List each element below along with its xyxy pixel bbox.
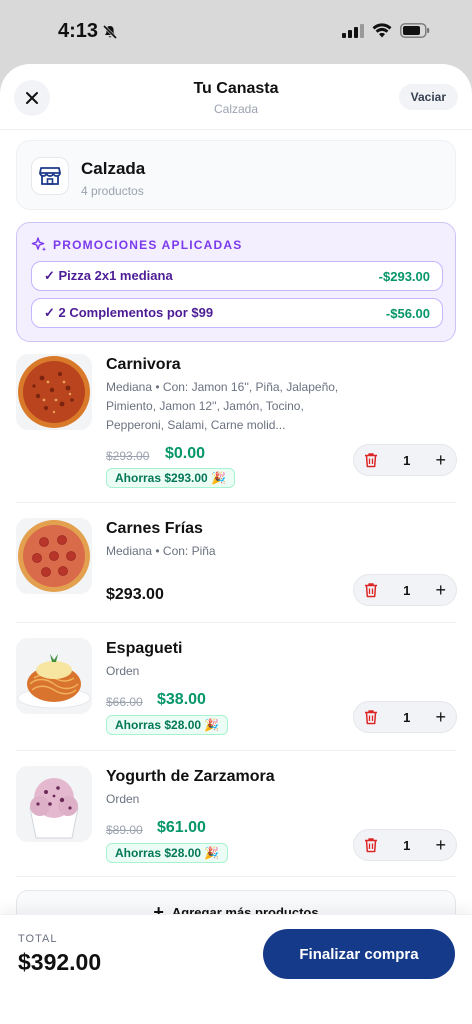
promo-row: ✓ Pizza 2x1 mediana -$293.00 xyxy=(31,261,443,291)
promo-amount: -$56.00 xyxy=(385,305,430,321)
original-price: $293.00 xyxy=(106,449,150,463)
savings-badge: Ahorras $28.00 🎉 xyxy=(106,843,229,863)
spaghetti-image xyxy=(16,638,92,714)
store-icon xyxy=(31,157,69,195)
original-price: $66.00 xyxy=(106,695,143,709)
checkout-button[interactable]: Finalizar compra xyxy=(263,929,455,979)
item-description: Mediana • Con: Jamon 16'', Piña, Jalapeñ… xyxy=(106,380,339,432)
quantity-stepper: 1 + xyxy=(353,444,457,476)
promo-row: ✓ 2 Complementos por $99 -$56.00 xyxy=(31,298,443,328)
original-price: $89.00 xyxy=(106,823,143,837)
divider xyxy=(16,502,456,503)
item-name: Carnes Frías xyxy=(106,520,203,537)
sparkle-icon xyxy=(31,237,47,252)
item-name: Espagueti xyxy=(106,640,183,657)
pizza-image xyxy=(16,354,92,430)
quantity-value: 1 xyxy=(403,452,411,468)
trash-icon[interactable] xyxy=(364,452,378,468)
bell-slash-icon xyxy=(102,24,118,39)
quantity-stepper: 1 + xyxy=(353,701,457,733)
ice-cream-image xyxy=(16,766,92,842)
item-price: $0.00 xyxy=(165,445,206,462)
clock: 4:13 xyxy=(58,20,99,42)
quantity-value: 1 xyxy=(403,709,411,725)
item-name: Yogurth de Zarzamora xyxy=(106,768,275,785)
savings-badge: Ahorras $28.00 🎉 xyxy=(106,715,229,735)
divider xyxy=(16,622,456,623)
store-card: Calzada 4 productos xyxy=(16,140,456,210)
item-price: $61.00 xyxy=(157,819,206,836)
clear-cart-button[interactable]: Vaciar xyxy=(398,84,458,110)
signal-icon xyxy=(342,23,364,38)
checkout-footer: TOTAL $392.00 Finalizar compra xyxy=(0,914,472,1024)
status-bar: 4:13 xyxy=(0,0,472,64)
trash-icon[interactable] xyxy=(364,709,378,725)
promotions-header: PROMOCIONES APLICADAS xyxy=(31,237,242,253)
item-price: $293.00 xyxy=(106,586,164,603)
plus-icon[interactable]: + xyxy=(435,836,446,854)
plus-icon[interactable]: + xyxy=(435,581,446,599)
cart-sheet: Tu Canasta Calzada Vaciar Calzada 4 prod… xyxy=(0,64,472,1024)
total-value: $392.00 xyxy=(18,949,102,975)
quantity-stepper: 1 + xyxy=(353,829,457,861)
plus-icon[interactable]: + xyxy=(435,451,446,469)
battery-icon xyxy=(400,23,430,38)
promotions-title: PROMOCIONES APLICADAS xyxy=(53,238,243,252)
store-name: Calzada xyxy=(81,159,146,178)
product-count: 4 productos xyxy=(81,184,144,198)
item-description: Orden xyxy=(106,792,140,806)
trash-icon[interactable] xyxy=(364,837,378,853)
trash-icon[interactable] xyxy=(364,582,378,598)
item-description: Mediana • Con: Piña xyxy=(106,544,216,558)
quantity-value: 1 xyxy=(403,837,411,853)
status-icons xyxy=(342,23,430,38)
item-name: Carnivora xyxy=(106,356,181,373)
pizza-image xyxy=(16,518,92,594)
divider xyxy=(16,750,456,751)
promo-label: ✓ 2 Complementos por $99 xyxy=(44,305,214,320)
status-time: 4:13 xyxy=(58,20,118,43)
promotions-card: PROMOCIONES APLICADAS ✓ Pizza 2x1 median… xyxy=(16,222,456,342)
cart-header: Tu Canasta Calzada Vaciar xyxy=(0,64,472,130)
item-description: Orden xyxy=(106,664,140,678)
plus-icon[interactable]: + xyxy=(435,708,446,726)
promo-label: ✓ Pizza 2x1 mediana xyxy=(44,268,173,283)
quantity-value: 1 xyxy=(403,582,411,598)
item-price: $38.00 xyxy=(157,691,206,708)
savings-badge: Ahorras $293.00 🎉 xyxy=(106,468,235,488)
quantity-stepper: 1 + xyxy=(353,574,457,606)
promo-amount: -$293.00 xyxy=(378,268,430,284)
total-label: TOTAL xyxy=(18,933,58,945)
divider xyxy=(16,876,456,877)
wifi-icon xyxy=(372,23,392,38)
